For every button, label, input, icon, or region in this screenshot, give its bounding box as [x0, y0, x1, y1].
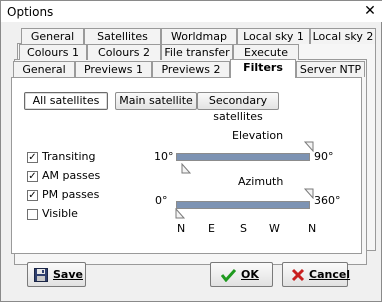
- window-title: Options: [7, 5, 54, 19]
- ok-button[interactable]: OK: [210, 262, 273, 287]
- elevation-max-label: 90°: [314, 150, 334, 163]
- transiting-checkbox[interactable]: ✓: [27, 152, 38, 163]
- elevation-min-handle-icon[interactable]: [181, 163, 191, 174]
- floppy-disk-icon: [34, 268, 48, 282]
- am-passes-checkbox[interactable]: ✓: [27, 171, 38, 182]
- tab-satellites[interactable]: Satellites: [84, 28, 161, 44]
- all-satellites-button[interactable]: All satellites: [24, 92, 108, 110]
- am-passes-label: AM passes: [42, 169, 101, 182]
- check-icon: [221, 268, 236, 282]
- elevation-slider-fill: [177, 154, 309, 160]
- azimuth-min-handle-icon[interactable]: [175, 208, 185, 219]
- tab-server-ntp[interactable]: Server NTP: [296, 61, 365, 77]
- elevation-title: Elevation: [232, 129, 284, 142]
- tab-execute[interactable]: Execute: [233, 44, 299, 60]
- pm-passes-label: PM passes: [42, 188, 100, 201]
- check-icon: ✓: [28, 190, 37, 201]
- tab-colours-2[interactable]: Colours 2: [87, 44, 161, 60]
- elevation-min-label: 10°: [154, 150, 174, 163]
- filters-panel: All satellites Main satellite Secondary …: [11, 77, 362, 254]
- direction-label-n2: N: [308, 222, 317, 235]
- check-icon: ✓: [28, 152, 37, 163]
- main-satellite-button[interactable]: Main satellite: [115, 92, 197, 110]
- cross-icon: [291, 268, 305, 282]
- transiting-label: Transiting: [42, 150, 96, 163]
- tab-local-sky-2[interactable]: Local sky 2: [310, 28, 376, 44]
- tab-general[interactable]: General: [21, 28, 84, 44]
- azimuth-slider-track[interactable]: [176, 201, 310, 209]
- secondary-satellites-button[interactable]: Secondary satellites: [197, 92, 279, 123]
- tab-general-sky[interactable]: General sky: [13, 61, 75, 91]
- tab-previews-1[interactable]: Previews 1: [75, 61, 152, 77]
- close-icon[interactable]: ✕: [358, 1, 382, 21]
- elevation-slider-track[interactable]: [176, 153, 310, 161]
- cancel-button-label: Cancel: [309, 268, 351, 281]
- options-window: Options ✕ General Satellites Worldmap Lo…: [0, 0, 383, 302]
- visible-checkbox[interactable]: [27, 209, 38, 220]
- direction-label-e: E: [208, 222, 215, 235]
- tab-filters[interactable]: Filters: [230, 59, 296, 78]
- tab-colours-1[interactable]: Colours 1: [19, 44, 87, 60]
- save-button[interactable]: Save: [27, 262, 86, 287]
- azimuth-max-label: 360°: [314, 194, 341, 207]
- ok-button-label: OK: [241, 268, 259, 281]
- direction-label-w: W: [269, 222, 280, 235]
- tab-worldmap[interactable]: Worldmap: [161, 28, 237, 44]
- visible-label: Visible: [42, 207, 78, 220]
- tab-local-sky-1[interactable]: Local sky 1: [237, 28, 310, 44]
- azimuth-max-handle-icon[interactable]: [304, 188, 314, 199]
- direction-label-s: S: [240, 222, 247, 235]
- azimuth-min-label: 0°: [155, 194, 168, 207]
- azimuth-title: Azimuth: [238, 175, 284, 188]
- elevation-max-handle-icon[interactable]: [304, 141, 314, 152]
- tab-file-transfer[interactable]: File transfer: [161, 44, 233, 60]
- pm-passes-checkbox[interactable]: ✓: [27, 190, 38, 201]
- tab-previews-2[interactable]: Previews 2: [152, 61, 230, 77]
- direction-label-n: N: [177, 222, 186, 235]
- save-button-label: Save: [53, 268, 83, 281]
- title-bar: Options ✕: [1, 1, 383, 22]
- azimuth-slider-fill: [177, 202, 309, 208]
- cancel-button[interactable]: Cancel: [282, 262, 351, 287]
- check-icon: ✓: [28, 171, 37, 182]
